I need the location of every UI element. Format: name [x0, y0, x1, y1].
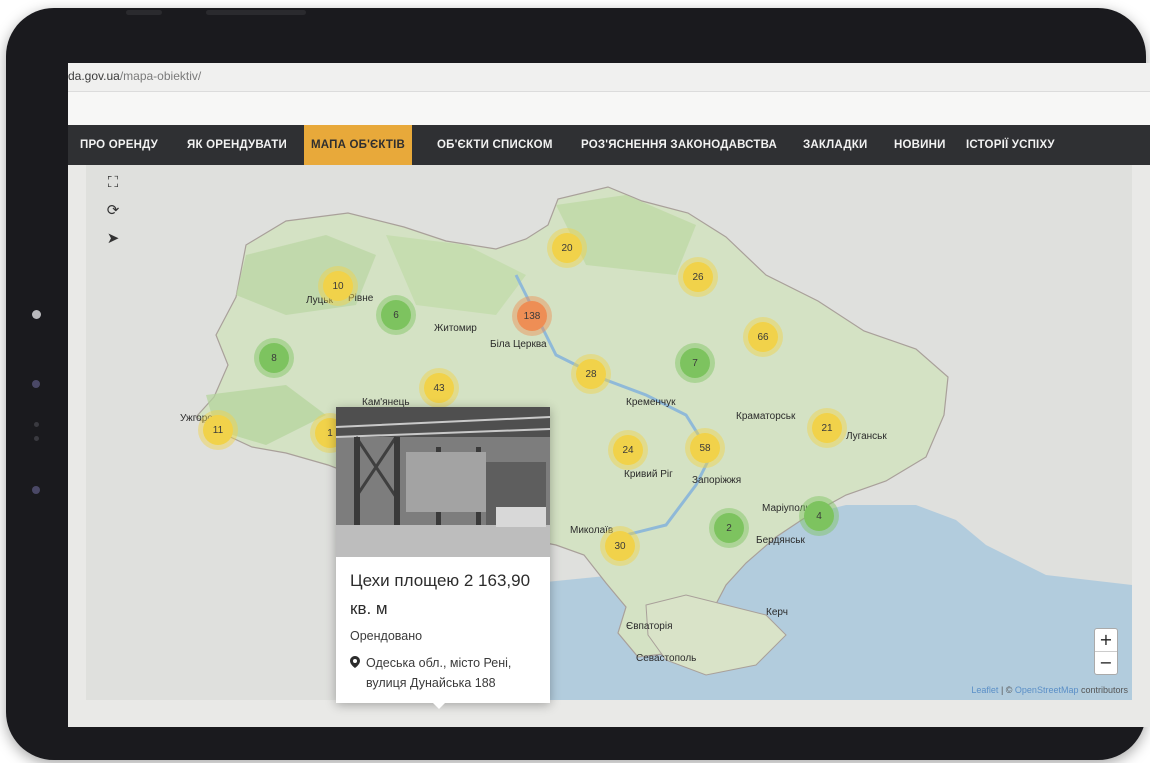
- url-text[interactable]: da.gov.ua/mapa-obiektiv/: [68, 69, 201, 83]
- object-address-text: Одеська обл., місто Рені, вулиця Дунайсь…: [366, 656, 512, 690]
- city-label: Луганськ: [846, 431, 887, 442]
- popup-tip: [432, 702, 446, 709]
- map-cluster-marker[interactable]: 2: [714, 513, 744, 543]
- warehouse-image: [336, 407, 550, 557]
- url-path: /mapa-obiektiv/: [119, 69, 202, 83]
- map-cluster-marker[interactable]: 4: [804, 501, 834, 531]
- map-cluster-marker[interactable]: 7: [680, 348, 710, 378]
- tablet-mic-dot: [34, 422, 39, 427]
- tablet-frame: da.gov.ua/mapa-obiektiv/ ПРО ОРЕНДУ ЯК О…: [6, 8, 1150, 760]
- tablet-sensor-dot: [32, 486, 40, 494]
- attribution-suffix: contributors: [1078, 685, 1128, 695]
- zoom-control: + −: [1094, 628, 1118, 675]
- nav-item-obiekty-spyskom[interactable]: ОБ'ЄКТИ СПИСКОМ: [437, 125, 553, 165]
- city-label: Євпаторія: [626, 621, 673, 632]
- nav-item-pro-orendu[interactable]: ПРО ОРЕНДУ: [80, 125, 158, 165]
- object-address: Одеська обл., місто Рені, вулиця Дунайсь…: [350, 653, 544, 693]
- map-cluster-marker[interactable]: 43: [424, 373, 454, 403]
- refresh-icon[interactable]: ⟳: [100, 197, 126, 223]
- map-cluster-marker[interactable]: 6: [381, 300, 411, 330]
- leaflet-link[interactable]: Leaflet: [971, 685, 998, 695]
- map-cluster-marker[interactable]: 8: [259, 343, 289, 373]
- object-title[interactable]: Цехи площею 2 163,90 кв. м: [350, 567, 542, 623]
- osm-link[interactable]: OpenStreetMap: [1015, 685, 1079, 695]
- city-label: Запоріжжя: [692, 475, 742, 486]
- city-label: Керч: [766, 607, 788, 618]
- city-label: Житомир: [434, 323, 477, 334]
- map-attribution: Leaflet | © OpenStreetMap contributors: [971, 685, 1128, 695]
- map-cluster-marker[interactable]: 10: [323, 271, 353, 301]
- city-label: Краматорськ: [736, 411, 796, 422]
- map-base: [195, 186, 1132, 700]
- nav-item-roziasnennia[interactable]: РОЗ'ЯСНЕННЯ ЗАКОНОДАВСТВА: [581, 125, 777, 165]
- city-label: Миколаїв: [570, 525, 614, 536]
- city-label: Кременчук: [626, 397, 676, 408]
- map-cluster-marker[interactable]: 58: [690, 433, 720, 463]
- tablet-volume-button: [126, 10, 162, 15]
- nav-item-istorii-uspikhu[interactable]: ІСТОРІЇ УСПІХУ: [966, 125, 1055, 165]
- tablet-mic-dot: [34, 436, 39, 441]
- url-domain: da.gov.ua: [68, 69, 120, 83]
- object-photo[interactable]: [336, 407, 550, 557]
- attribution-separator: | ©: [998, 685, 1015, 695]
- tablet-camera-icon: [32, 380, 40, 388]
- zoom-out-button[interactable]: −: [1095, 652, 1117, 674]
- nav-item-yak-orenduvaty[interactable]: ЯК ОРЕНДУВАТИ: [187, 125, 287, 165]
- tablet-sensor-dot: [32, 310, 41, 319]
- page-header-strip: [68, 92, 1150, 125]
- main-navigation: ПРО ОРЕНДУ ЯК ОРЕНДУВАТИ МАПА ОБ'ЄКТІВ О…: [68, 125, 1150, 165]
- nav-item-novyny[interactable]: НОВИНИ: [894, 125, 946, 165]
- map-cluster-marker[interactable]: 11: [203, 415, 233, 445]
- map-area[interactable]: ⛶ ⟳ ➤ Луцьк Рівне Житомир Біла Церква Уж…: [86, 165, 1132, 700]
- map-cluster-marker[interactable]: 20: [552, 233, 582, 263]
- city-label: Бердянськ: [756, 535, 805, 546]
- zoom-in-button[interactable]: +: [1095, 629, 1117, 651]
- nav-item-zakladky[interactable]: ЗАКЛАДКИ: [803, 125, 867, 165]
- city-label: Кривий Ріг: [624, 469, 673, 480]
- map-cluster-marker[interactable]: 66: [748, 322, 778, 352]
- object-status: Орендовано: [350, 629, 423, 643]
- object-popup[interactable]: Цехи площею 2 163,90 кв. м Орендовано Од…: [336, 407, 550, 703]
- map-pin-icon: [350, 656, 360, 668]
- fullscreen-icon[interactable]: ⛶: [100, 169, 126, 195]
- tablet-power-button: [206, 10, 306, 15]
- map-cluster-marker[interactable]: 30: [605, 531, 635, 561]
- nav-item-mapa-obiektiv[interactable]: МАПА ОБ'ЄКТІВ: [304, 125, 412, 165]
- map-cluster-marker[interactable]: 21: [812, 413, 842, 443]
- tablet-screen: da.gov.ua/mapa-obiektiv/ ПРО ОРЕНДУ ЯК О…: [68, 63, 1150, 727]
- map-cluster-marker[interactable]: 28: [576, 359, 606, 389]
- city-label: Рівне: [348, 293, 374, 304]
- city-label: Севастополь: [636, 653, 697, 664]
- locate-arrow-icon[interactable]: ➤: [100, 225, 126, 251]
- city-label: Біла Церква: [490, 339, 547, 350]
- map-cluster-marker[interactable]: 138: [517, 301, 547, 331]
- map-cluster-marker[interactable]: 24: [613, 435, 643, 465]
- browser-address-bar[interactable]: da.gov.ua/mapa-obiektiv/: [68, 63, 1150, 92]
- map-cluster-marker[interactable]: 26: [683, 262, 713, 292]
